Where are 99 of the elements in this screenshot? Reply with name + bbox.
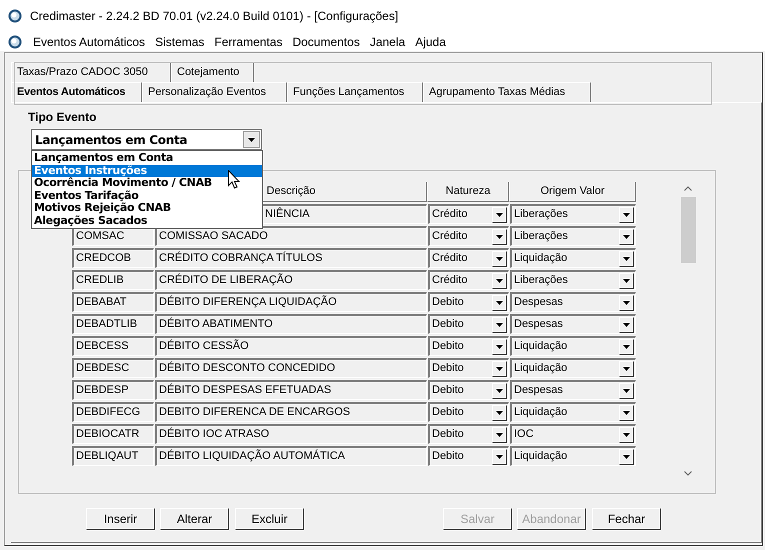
chevron-up-icon[interactable] [684,186,692,191]
origin-combo[interactable]: Despesas [510,380,636,400]
menu-item[interactable]: Ferramentas [211,32,286,50]
description-cell: DÉBITO LIQUIDAÇÃO AUTOMÁTICA [155,446,427,466]
dropdown-option[interactable]: Lançamentos em Conta [32,152,262,164]
nature-combo[interactable]: Crédito [428,248,509,268]
description-cell: DÉBITO DIFERENÇA LIQUIDAÇÃO [155,292,427,312]
menu-item[interactable]: Sistemas [152,32,208,50]
nature-combo[interactable]: Crédito [428,270,509,290]
scrollbar-thumb[interactable] [680,197,696,263]
menu-item[interactable]: Ajuda [412,32,449,50]
code-cell: DEBCESS [72,336,154,356]
nature-combo[interactable]: Debito [428,380,509,400]
menu-item[interactable]: Janela [366,32,408,50]
nature-combo[interactable]: Debito [428,314,509,334]
caret-icon [496,454,503,458]
description-cell: DÉBITO ABATIMENTO [155,314,427,334]
code-cell: CREDLIB [72,270,154,290]
caret-icon [623,278,630,282]
tab[interactable]: Agrupamento Taxas Médias [423,82,591,102]
menu-item[interactable]: Eventos Automáticos [30,32,148,50]
caret-icon [623,212,630,216]
tab[interactable]: Taxas/Prazo CADOC 3050 [11,62,171,82]
description-cell: DÉBITO CESSÃO [155,336,427,356]
tab[interactable]: Funções Lançamentos [287,82,423,102]
description-cell: DÉBITO DESPESAS EFETUADAS [155,380,427,400]
nature-combo[interactable]: Debito [428,424,509,444]
caret-icon [623,454,630,458]
caret-icon [623,344,630,348]
origin-combo[interactable]: Liquidação [510,358,636,378]
caret-icon [496,212,503,216]
dropdown-option[interactable]: Eventos Instruções [32,164,262,177]
origin-combo[interactable]: Liquidação [510,248,636,268]
caret-icon [496,410,503,414]
origin-combo[interactable]: Liquidação [510,336,636,356]
action-button[interactable]: Alterar [160,508,229,530]
origin-combo[interactable]: Despesas [510,314,636,334]
origin-combo[interactable]: Liberações [510,226,636,246]
caret-icon [496,366,503,370]
column-header: Origem Valor [509,182,636,202]
description-cell: CRÉDITO COBRANÇA TÍTULOS [155,248,427,268]
caret-icon [496,300,503,304]
tab[interactable]: Eventos Automáticos [11,82,142,102]
caret-icon [623,234,630,238]
caret-icon [623,388,630,392]
nature-combo[interactable]: Crédito [428,204,509,224]
tab[interactable]: Personalização Eventos [142,82,287,102]
tab[interactable]: Cotejamento [171,62,254,82]
code-cell: DEBLIQAUT [72,446,154,466]
nature-combo[interactable]: Debito [428,358,509,378]
code-cell: DEBADTLIB [72,314,154,334]
nature-combo[interactable]: Crédito [428,226,509,246]
column-header: Natureza [427,182,509,202]
description-cell: DÉBITO DESCONTO CONCEDIDO [155,358,427,378]
origin-combo[interactable]: Despesas [510,292,636,312]
menu-item[interactable]: Documentos [289,32,363,50]
app-icon [8,34,22,48]
code-cell: DEBDIFECG [72,402,154,422]
action-button[interactable]: Inserir [86,508,155,530]
origin-combo[interactable]: Liberações [510,270,636,290]
origin-combo[interactable]: IOC [510,424,636,444]
code-cell: DEBDESC [72,358,154,378]
nature-combo[interactable]: Debito [428,292,509,312]
description-cell: COMISSAO SACADO [155,226,427,246]
caret-icon [623,432,630,436]
action-button[interactable]: Excluir [235,508,304,530]
caret-icon [496,278,503,282]
caret-icon [248,138,255,142]
nature-combo[interactable]: Debito [428,446,509,466]
caret-icon [623,300,630,304]
type-combo[interactable]: Lançamentos em Conta [31,129,262,150]
caret-icon [496,344,503,348]
code-cell: DEBABAT [72,292,154,312]
caret-icon [623,256,630,260]
nature-combo[interactable]: Debito [428,336,509,356]
chevron-down-icon[interactable] [684,471,692,476]
code-cell: CREDCOB [72,248,154,268]
origin-combo[interactable]: Liberações [510,204,636,224]
dropdown-button[interactable] [243,131,260,148]
window-title: Credimaster - 2.24.2 BD 70.01 (v2.24.0 Build 0101) - [Configurações] [30,8,398,25]
action-button[interactable]: Fechar [592,508,661,530]
caret-icon [623,366,630,370]
code-cell: DEBDESP [72,380,154,400]
nature-combo[interactable]: Debito [428,402,509,422]
app-icon [8,9,22,23]
description-cell: DÉBITO IOC ATRASO [155,424,427,444]
description-cell: CRÉDITO DE LIBERAÇÃO [155,270,427,290]
caret-icon [623,322,630,326]
caret-icon [623,410,630,414]
caret-icon [496,322,503,326]
caret-icon [496,432,503,436]
cursor-icon [228,170,240,189]
code-cell: DEBIOCATR [72,424,154,444]
origin-combo[interactable]: Liquidação [510,402,636,422]
origin-combo[interactable]: Liquidação [510,446,636,466]
description-cell: DEBITO DIFERENCA DE ENCARGOS [155,402,427,422]
caret-icon [496,388,503,392]
caret-icon [496,234,503,238]
caret-icon [496,256,503,260]
